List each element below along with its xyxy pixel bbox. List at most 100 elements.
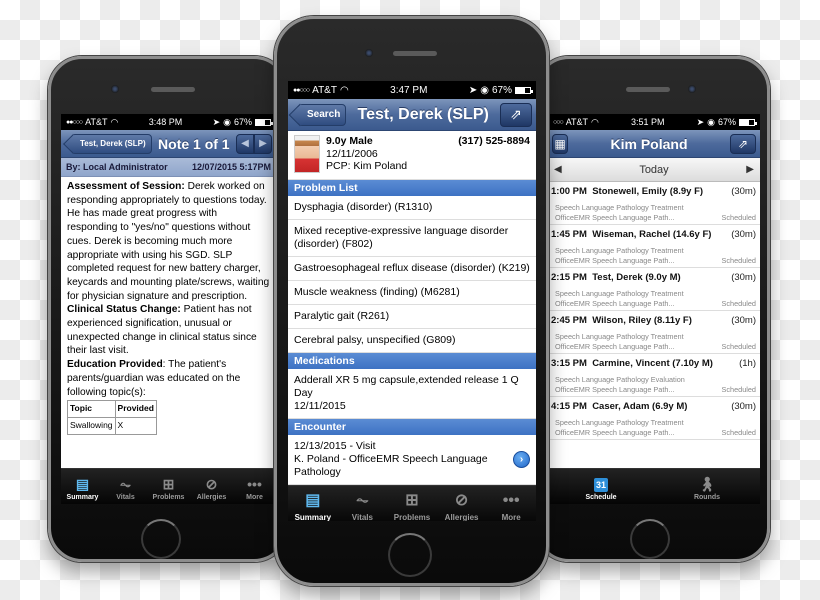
appointment-type: Speech Language Pathology Evaluation [555,375,685,384]
date-label: Today [639,163,669,176]
home-button[interactable] [388,533,432,577]
appointment-duration: (30m) [731,401,756,412]
tab-vitals[interactable]: ⏦ Vitals [338,492,388,522]
appointment-patient: Wilson, Riley (8.11y F) [592,315,692,326]
home-button[interactable] [141,519,181,559]
battery-icon [515,86,533,94]
previous-day-button[interactable]: ◀ [554,164,562,175]
note-screen: ●●○○○ AT&T ◠ 3:48 PM ➤ ◉ 67% Test, Derek… [61,114,276,504]
tab-schedule[interactable]: 31 Schedule [548,478,654,501]
assessment-label: Assessment of Session: [67,181,185,192]
appointment-item[interactable]: 1:00 PM Stonewell, Emily (8.9y F) (30m) S… [548,182,760,225]
share-icon: ⇗ [510,106,522,122]
problem-item[interactable]: Cerebral palsy, unspecified (G809) [288,329,536,353]
search-back-button[interactable]: Search [298,103,347,126]
share-icon: ⇗ [737,136,749,151]
problem-item[interactable]: Muscle weakness (finding) (M6281) [288,281,536,305]
tab-problems[interactable]: ⊞ Problems [387,492,437,522]
problem-item[interactable]: Gastroesophageal reflux disease (disorde… [288,257,536,281]
tab-summary[interactable]: ▤ Summary [61,476,104,501]
problem-item[interactable]: Paralytic gait (R261) [288,305,536,329]
problem-item[interactable]: Mixed receptive-expressive language diso… [288,220,536,257]
appointment-item[interactable]: 2:15 PM Test, Derek (9.0y M) (30m) Speech… [548,268,760,311]
next-note-button[interactable]: ▶ [254,133,272,154]
medication-name: Adderall XR 5 mg capsule,extended releas… [294,374,519,399]
tab-summary[interactable]: ▤ Summary [288,493,338,522]
appointment-item[interactable]: 4:15 PM Caser, Adam (6.9y M) (30m) Speech… [548,397,760,440]
appointment-location: OfficeEMR Speech Language Path... [555,212,675,222]
note-datetime: 12/07/2015 5:17PM [191,162,271,172]
appointment-item[interactable]: 1:45 PM Wiseman, Rachel (14.6y F) (30m) S… [548,225,760,268]
tab-vitals[interactable]: ⏦ Vitals [104,476,147,501]
battery-percent: 67% [491,84,512,96]
problem-list-header: Problem List [288,180,536,196]
carrier: AT&T [565,117,589,127]
battery-percent: 67% [717,117,736,127]
phone-center: ●●○○○ AT&T ◠ 3:47 PM ➤ ◉ 67% Search Test… [274,16,549,586]
tab-allergies[interactable]: ⊘ Allergies [437,493,487,522]
assessment-section: Assessment of Session: Derek worked on r… [67,180,270,303]
walking-icon: 🚶︎ [698,476,716,492]
alarm-icon: ◉ [480,84,489,96]
appointment-duration: (30m) [731,186,756,197]
tab-rounds[interactable]: 🚶︎ Rounds [654,476,760,501]
chevron-right-icon[interactable]: › [513,451,530,468]
appointment-duration: (30m) [731,229,756,240]
medication-item[interactable]: Adderall XR 5 mg capsule,extended releas… [288,369,536,419]
note-pager: ◀ ▶ [236,133,272,154]
medications-header: Medications [288,353,536,369]
patient-pcp: PCP: Kim Poland [326,160,408,172]
back-button[interactable]: Test, Derek (SLP) [71,133,152,154]
next-day-button[interactable]: ▶ [746,164,754,175]
battery-icon [254,118,273,126]
note-body: Assessment of Session: Derek worked on r… [61,177,276,468]
share-button[interactable]: ⇗ [730,133,756,154]
chevron-right-icon: ▶ [259,138,267,149]
appointment-time: 2:45 PM [551,315,587,326]
note-header: By: Local Administrator 12/07/2015 5:17P… [61,158,276,177]
nav-bar: Search Test, Derek (SLP) ⇗ [288,99,536,131]
appointment-patient: Test, Derek (9.0y M) [592,272,681,283]
appointment-type: Speech Language Pathology Treatment [555,246,684,255]
tab-problems[interactable]: ⊞ Problems [147,476,190,501]
appointment-item[interactable]: 3:15 PM Carmine, Vincent (7.10y M) (1h) S… [548,354,760,397]
appointment-location: OfficeEMR Speech Language Path... [555,384,675,394]
appointment-item[interactable]: 2:45 PM Wilson, Riley (8.11y F) (30m) Spe… [548,311,760,354]
tab-allergies[interactable]: ⊘ Allergies [190,476,233,501]
medkit-icon: ⊞ [405,492,419,509]
carrier: AT&T [312,84,337,96]
assessment-text: Derek worked on responding appropriately… [67,181,270,302]
encounter-provider: K. Poland - OfficeEMR Speech Language Pa… [294,453,488,478]
education-label: Education Provided [67,359,163,371]
encounter-date: 12/13/2015 - Visit [294,440,376,452]
tab-more[interactable]: ••• More [486,493,536,522]
appointment-location: OfficeEMR Speech Language Path... [555,427,675,437]
location-icon: ➤ [212,116,221,127]
pulse-icon: ⏦ [355,492,369,509]
tab-more[interactable]: ••• More [233,476,276,501]
table-header: Topic [67,400,116,418]
appointment-time: 1:45 PM [551,229,587,240]
appointment-patient: Caser, Adam (6.9y M) [592,401,688,412]
problem-item[interactable]: Dysphagia (disorder) (R1310) [288,196,536,220]
appointment-list: 1:00 PM Stonewell, Emily (8.9y F) (30m) S… [548,182,760,468]
previous-note-button[interactable]: ◀ [236,133,254,154]
clipboard-icon: ▤ [75,476,90,492]
encounter-item[interactable]: 12/13/2015 - Visit K. Poland - OfficeEMR… [288,435,536,485]
appointment-time: 2:15 PM [551,272,587,283]
grid-icon: ▦ [554,136,566,151]
home-button[interactable] [630,519,670,559]
patient-summary-screen: ●●○○○ AT&T ◠ 3:47 PM ➤ ◉ 67% Search Test… [288,81,536,521]
grid-menu-button[interactable]: ▦ [552,133,568,154]
alarm-icon: ◉ [707,116,715,127]
patient-photo [294,135,320,173]
appointment-time: 3:15 PM [551,358,587,369]
encounter-header: Encounter [288,419,536,435]
appointment-time: 1:00 PM [551,186,587,197]
patient-phone[interactable]: (317) 525-8894 [458,135,530,148]
carrier: AT&T [85,117,108,127]
nav-bar: Test, Derek (SLP) Note 1 of 1 ◀ ▶ [61,130,276,158]
wifi-icon: ◠ [339,84,349,96]
share-button[interactable]: ⇗ [500,102,532,127]
page-title: Kim Poland [610,135,688,152]
